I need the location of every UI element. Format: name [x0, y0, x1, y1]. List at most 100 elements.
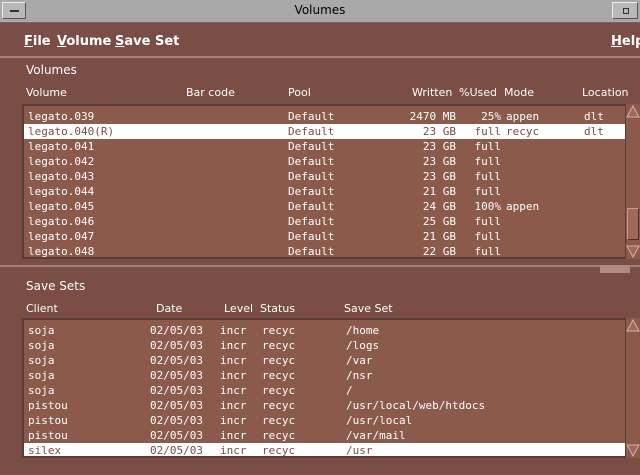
col-location[interactable]: Location — [582, 86, 629, 99]
volume-used: full — [474, 170, 502, 183]
volume-written: 24 GB — [422, 200, 456, 213]
saveset-client: soja — [28, 354, 55, 367]
volume-row[interactable]: legato.046 Default 25 GB full — [24, 214, 625, 229]
col-saveset[interactable]: Save Set — [344, 302, 393, 315]
savesets-label: Save Sets — [26, 279, 86, 293]
volume-volume: legato.040(R) — [28, 125, 115, 138]
saveset-date: 02/05/03 — [150, 384, 203, 397]
savesets-scrollbar[interactable] — [625, 318, 640, 458]
col-level[interactable]: Level — [224, 302, 253, 315]
volume-volume: legato.044 — [28, 185, 95, 198]
pane-sash[interactable] — [600, 265, 630, 273]
pane-separator — [0, 265, 640, 267]
volume-row[interactable]: legato.048 Default 22 GB full — [24, 244, 625, 258]
volume-row[interactable]: legato.045 Default 24 GB 100% appen — [24, 199, 625, 214]
saveset-level: incr — [220, 414, 247, 427]
saveset-status: recyc — [262, 324, 296, 337]
saveset-date: 02/05/03 — [150, 324, 203, 337]
saveset-client: pistou — [28, 399, 68, 412]
saveset-status: recyc — [262, 399, 296, 412]
volume-pool: Default — [288, 230, 335, 243]
saveset-status: recyc — [262, 414, 296, 427]
volume-pool: Default — [288, 215, 335, 228]
saveset-date: 02/05/03 — [150, 444, 203, 457]
savesets-header: Client Date Level Status Save Set — [22, 300, 620, 318]
volume-row[interactable]: legato.044 Default 21 GB full — [24, 184, 625, 199]
volume-row[interactable]: legato.039 Default 2470 MB 25% appen dlt — [24, 109, 625, 124]
saveset-row[interactable]: pistou 02/05/03 incr recyc/usr/local — [24, 413, 625, 428]
menu-file[interactable]: File — [24, 34, 51, 49]
volume-row[interactable]: legato.040(R) Default 23 GB full recyc dlt — [24, 124, 625, 139]
volume-mode: appen — [506, 200, 540, 213]
saveset-saveset: /usr — [346, 444, 373, 457]
maximize-icon — [623, 8, 629, 14]
volumes-scroll-thumb[interactable] — [627, 208, 639, 240]
savesets-list[interactable]: soja 02/05/03 incr recyc/home soja 02/05/03 in… — [22, 318, 627, 458]
scroll-down-icon[interactable] — [626, 443, 640, 457]
saveset-date: 02/05/03 — [150, 354, 203, 367]
saveset-client: pistou — [28, 414, 68, 427]
saveset-status: recyc — [262, 339, 296, 352]
volume-volume: legato.045 — [28, 200, 95, 213]
col-status[interactable]: Status — [260, 302, 295, 315]
volume-used: full — [474, 230, 502, 243]
scroll-up-icon[interactable] — [626, 105, 640, 119]
saveset-row[interactable]: soja 02/05/03 incr recyc / — [24, 383, 625, 398]
saveset-row[interactable]: soja 02/05/03 incr recyc/logs — [24, 338, 625, 353]
volumes-list[interactable]: legato.039 Default 2470 MB 25% appen dlt legat… — [22, 104, 627, 259]
volume-written: 23 GB — [422, 140, 456, 153]
saveset-row[interactable]: silex 02/05/03 incr recyc/usr — [24, 443, 625, 457]
volume-pool: Default — [288, 245, 335, 258]
saveset-date: 02/05/03 — [150, 429, 203, 442]
saveset-row[interactable]: soja 02/05/03 incr recyc/home — [24, 323, 625, 338]
saveset-saveset: / — [346, 384, 353, 397]
menu-save-set[interactable]: Save Set — [115, 34, 179, 49]
menu-separator — [0, 56, 640, 58]
saveset-client: soja — [28, 384, 55, 397]
volume-pool: Default — [288, 125, 335, 138]
volume-row[interactable]: legato.047 Default 21 GB full — [24, 229, 625, 244]
col-mode[interactable]: Mode — [504, 86, 534, 99]
saveset-row[interactable]: soja 02/05/03 incr recyc/var — [24, 353, 625, 368]
saveset-level: incr — [220, 369, 247, 382]
volume-used: full — [474, 245, 502, 258]
col-barcode[interactable]: Bar code — [186, 86, 235, 99]
saveset-row[interactable]: pistou 02/05/03 incr recyc/var/mail — [24, 428, 625, 443]
volume-mode: recyc — [506, 125, 540, 138]
volume-row[interactable]: legato.043 Default 23 GB full — [24, 169, 625, 184]
saveset-status: recyc — [262, 384, 296, 397]
saveset-row[interactable]: soja 02/05/03 incr recyc/nsr — [24, 368, 625, 383]
volume-row[interactable]: legato.041 Default 23 GB full — [24, 139, 625, 154]
saveset-client: pistou — [28, 429, 68, 442]
volume-written: 21 GB — [422, 185, 456, 198]
volume-row[interactable]: legato.042 Default 23 GB full — [24, 154, 625, 169]
maximize-button[interactable] — [612, 2, 638, 19]
volume-mode: appen — [506, 110, 540, 123]
col-volume[interactable]: Volume — [26, 86, 67, 99]
saveset-date: 02/05/03 — [150, 369, 203, 382]
volume-used: full — [474, 125, 502, 138]
volume-volume: legato.039 — [28, 110, 95, 123]
menu-volume[interactable]: Volume — [57, 34, 111, 49]
col-date[interactable]: Date — [156, 302, 182, 315]
saveset-client: soja — [28, 339, 55, 352]
saveset-saveset: /usr/local/web/htdocs — [346, 399, 486, 412]
scroll-down-icon[interactable] — [626, 244, 640, 258]
volume-pool: Default — [288, 200, 335, 213]
saveset-level: incr — [220, 384, 247, 397]
col-used[interactable]: %Used — [459, 86, 497, 99]
volumes-scrollbar[interactable] — [625, 104, 640, 259]
saveset-level: incr — [220, 354, 247, 367]
volume-written: 23 GB — [422, 170, 456, 183]
col-pool[interactable]: Pool — [288, 86, 311, 99]
menu-help[interactable]: Help — [611, 34, 640, 49]
saveset-saveset: /nsr — [346, 369, 373, 382]
volume-used: full — [474, 185, 502, 198]
scroll-up-icon[interactable] — [626, 319, 640, 333]
volume-used: 100% — [474, 200, 502, 213]
saveset-row[interactable]: pistou 02/05/03 incr recyc/usr/local/web/ht… — [24, 398, 625, 413]
volume-written: 25 GB — [422, 215, 456, 228]
volume-volume: legato.043 — [28, 170, 95, 183]
col-client[interactable]: Client — [26, 302, 58, 315]
col-written[interactable]: Written — [412, 86, 452, 99]
